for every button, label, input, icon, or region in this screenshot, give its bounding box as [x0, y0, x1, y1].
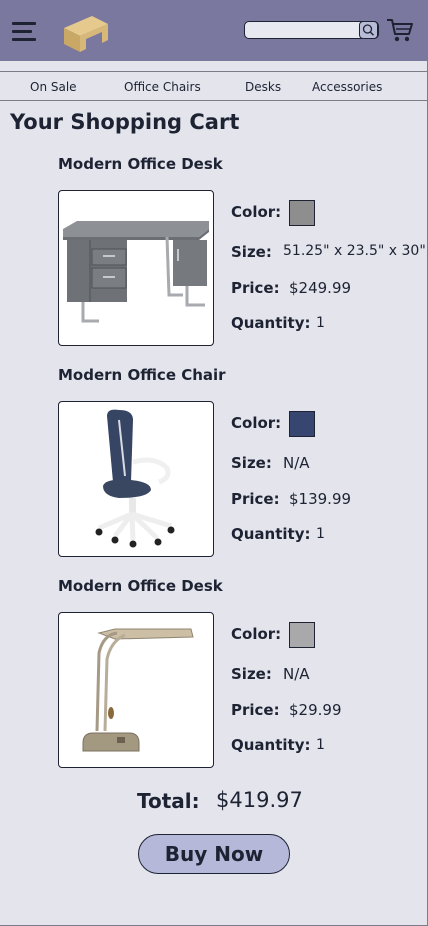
navy-office-chair-image[interactable] [58, 401, 214, 557]
cart-item-title[interactable]: Modern Office Desk [58, 577, 223, 595]
size-value: N/A [283, 454, 310, 472]
shopping-cart-icon[interactable] [386, 17, 414, 43]
nav-item-accessories[interactable]: Accessories [312, 80, 382, 94]
quantity-value[interactable]: 1 [316, 315, 325, 331]
price-value: $29.99 [289, 701, 342, 719]
color-swatch [289, 200, 315, 226]
color-swatch [289, 411, 315, 437]
quantity-label: Quantity: [231, 736, 311, 754]
total-label: Total: [137, 789, 200, 813]
brass-desk-lamp-image[interactable] [58, 612, 214, 768]
nav-item-desks[interactable]: Desks [245, 80, 281, 94]
price-label: Price: [231, 279, 280, 297]
search-box [244, 21, 379, 39]
quantity-value[interactable]: 1 [316, 526, 325, 542]
size-label: Size: [231, 665, 272, 683]
nav-item-office-chairs[interactable]: Office Chairs [124, 80, 201, 94]
quantity-label: Quantity: [231, 314, 311, 332]
color-label: Color: [231, 625, 282, 643]
color-swatch [289, 622, 315, 648]
cart-item-title[interactable]: Modern Office Chair [58, 366, 226, 384]
search-input[interactable] [249, 23, 359, 37]
cart-item-title[interactable]: Modern Office Desk [58, 155, 223, 173]
total-value: $419.97 [216, 788, 303, 812]
size-label: Size: [231, 243, 272, 261]
category-nav: On Sale Office Chairs Desks Accessories [0, 71, 428, 101]
price-value: $139.99 [289, 490, 352, 508]
page-title: Your Shopping Cart [10, 110, 240, 134]
quantity-label: Quantity: [231, 525, 311, 543]
search-icon[interactable] [359, 21, 378, 39]
size-label: Size: [231, 454, 272, 472]
price-label: Price: [231, 490, 280, 508]
color-label: Color: [231, 414, 282, 432]
color-label: Color: [231, 203, 282, 221]
gray-office-desk-image[interactable] [58, 190, 214, 346]
size-value: N/A [283, 665, 310, 683]
header-bar [0, 0, 428, 61]
nav-item-on-sale[interactable]: On Sale [30, 80, 77, 94]
size-value: 51.25" x 23.5" x 30" [283, 243, 426, 259]
price-label: Price: [231, 701, 280, 719]
hamburger-menu-icon[interactable] [12, 22, 36, 42]
quantity-value[interactable]: 1 [316, 737, 325, 753]
buy-now-button[interactable]: Buy Now [138, 834, 290, 874]
price-value: $249.99 [289, 279, 352, 297]
desk-logo-icon[interactable] [62, 12, 110, 54]
